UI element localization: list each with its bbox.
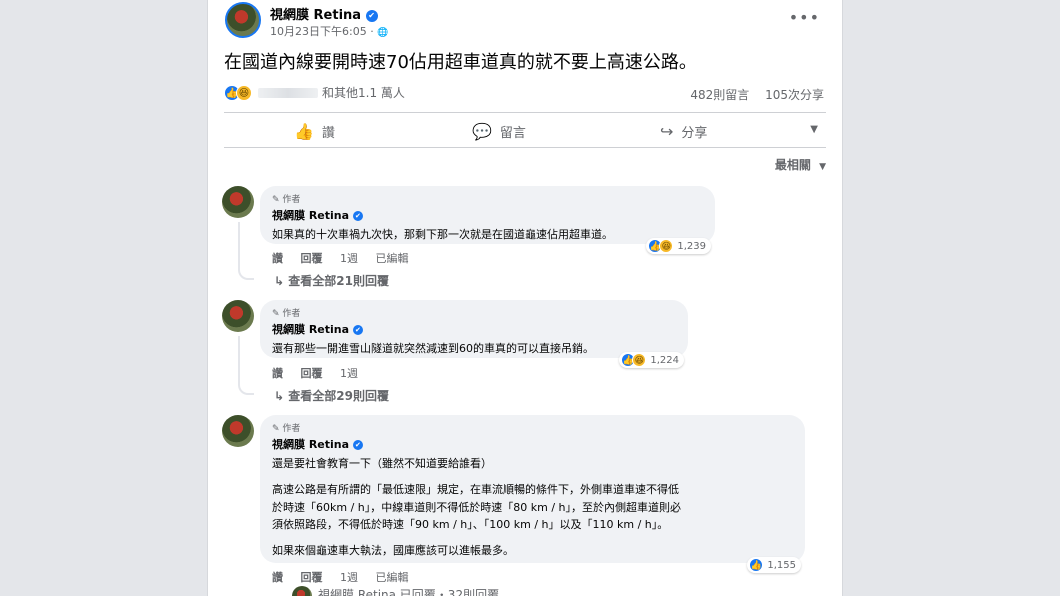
page-avatar[interactable] (225, 2, 261, 38)
comment-reply-button[interactable]: 回覆 (301, 367, 323, 380)
comment-time[interactable]: 1週 (340, 252, 358, 265)
comment-paragraph-line: 於時速「60km / h」，中線車道則不得低於時速「80 km / h」，至於內… (272, 500, 682, 514)
comment-like-button[interactable]: 讚 (272, 252, 283, 265)
commenter-avatar[interactable] (222, 300, 254, 332)
edited-label: 已編輯 (375, 252, 409, 265)
haha-reaction-icon: 😆 (236, 84, 252, 101)
reply-avatar[interactable] (292, 586, 312, 596)
partial-reply-summary[interactable]: 視網膜 Retina 已回覆・32則回覆 (318, 586, 499, 596)
commenter-avatar[interactable] (222, 186, 254, 218)
comment-button[interactable]: 💬 留言 (472, 122, 526, 141)
comment-actions: 讚 回覆 1週 (272, 365, 372, 381)
comment-bubble: ✎ 作者 視網膜 Retina ✔ 還有那些一開進雪山隧道就突然減速到60的車真… (260, 300, 688, 368)
comment-label: 留言 (499, 126, 526, 141)
comment-bubble: ✎ 作者 視網膜 Retina ✔ 還是要社會教育一下（雖然不知道要給誰看） 高… (260, 415, 805, 573)
page-name-row: 視網膜 Retina ✔ (270, 4, 378, 23)
thread-line (238, 222, 254, 280)
verified-badge-icon: ✔ (352, 325, 363, 335)
share-button[interactable]: ↪ 分享 (660, 122, 707, 141)
comment-text: 如果真的十次車禍九次快，那剩下那一次就是在國道龜速佔用超車道。 (272, 228, 613, 241)
reply-arrow-icon: ↳ (274, 389, 285, 403)
share-label: 分享 (681, 126, 708, 141)
comment-author[interactable]: 視網膜 Retina ✔ (272, 207, 703, 223)
verified-badge-icon: ✔ (352, 211, 363, 221)
page-name[interactable]: 視網膜 Retina (270, 8, 361, 23)
comment-time[interactable]: 1週 (340, 571, 358, 584)
comment-author[interactable]: 視網膜 Retina ✔ (272, 321, 676, 337)
comment-text: 還有那些一開進雪山隧道就突然減速到60的車真的可以直接吊銷。 (272, 342, 594, 355)
comment-author[interactable]: 視網膜 Retina ✔ (272, 436, 793, 452)
comment-like-button[interactable]: 讚 (272, 571, 283, 584)
haha-reaction-icon: 😆 (632, 353, 647, 367)
comment-sort-dropdown[interactable]: 最相關 ▼ (775, 156, 826, 173)
divider (224, 112, 826, 113)
like-button[interactable]: 👍 讚 (294, 122, 335, 141)
comment-actions: 讚 回覆 1週 已編輯 (272, 569, 423, 585)
comment-icon: 💬 (472, 122, 492, 141)
reply-arrow-icon: ↳ (274, 274, 285, 288)
verified-badge-icon: ✔ (365, 9, 378, 22)
comment-bubble: ✎ 作者 視網膜 Retina ✔ 如果真的十次車禍九次快，那剩下那一次就是在國… (260, 186, 715, 254)
comment-reactions[interactable]: 👍 1,155 (747, 557, 801, 573)
comment-text: 還是要社會教育一下（雖然不知道要給誰看） (272, 457, 492, 470)
post-text: 在國道內線要開時速70佔用超車道真的就不要上高速公路。 (224, 52, 697, 73)
like-icon: 👍 (294, 122, 314, 141)
reaction-summary[interactable]: 👍 😆 和其他1.1 萬人 (224, 84, 405, 101)
share-count[interactable]: 105次分享 (765, 88, 824, 102)
post-timestamp[interactable]: 10月23日下午6:05 (270, 25, 367, 38)
edited-label: 已編輯 (375, 571, 409, 584)
comment-actions: 讚 回覆 1週 已編輯 (272, 250, 423, 266)
comment-reply-button[interactable]: 回覆 (301, 252, 323, 265)
comment-paragraph-line: 高速公路是有所謂的「最低速限」規定，在車流順暢的條件下，外側車道車速不得低 (272, 483, 679, 497)
comment-like-button[interactable]: 讚 (272, 367, 283, 380)
comment-paragraph: 高速公路是有所謂的「最低速限」規定，在車流順暢的條件下，外側車道車速不得低 於時… (272, 481, 793, 534)
author-badge: ✎ 作者 (272, 195, 301, 205)
commenter-avatar[interactable] (222, 415, 254, 447)
comment-reply-button[interactable]: 回覆 (301, 571, 323, 584)
chevron-down-icon: ▼ (819, 162, 826, 172)
post-meta: 10月23日下午6:05 · 🌐 (270, 25, 389, 38)
pencil-icon: ✎ (272, 195, 280, 205)
divider (224, 147, 826, 148)
thread-line (238, 336, 254, 395)
comment-paragraph-line: 須依照路段，不得低於時速「90 km / h」、「100 km / h」以及「1… (272, 518, 669, 532)
author-badge: ✎ 作者 (272, 309, 301, 319)
reaction-names[interactable]: 和其他1.1 萬人 (258, 84, 405, 101)
share-options-chevron-down-icon[interactable]: ▼ (810, 124, 818, 135)
comment-reactions[interactable]: 👍 😆 1,224 (619, 352, 684, 368)
more-options-button[interactable]: ••• (789, 8, 820, 27)
post-stats: 482則留言 105次分享 (690, 86, 824, 103)
view-replies-link[interactable]: ↳ 查看全部29則回覆 (274, 387, 389, 404)
pencil-icon: ✎ (272, 309, 280, 319)
pencil-icon: ✎ (272, 424, 280, 434)
comment-count[interactable]: 482則留言 (690, 88, 749, 102)
comment-closing: 如果來個龜速車大執法，國庫應該可以進帳最多。 (272, 543, 514, 557)
post-card: 視網膜 Retina ✔ 10月23日下午6:05 · 🌐 ••• 在國道內線要… (207, 0, 843, 596)
comment-time[interactable]: 1週 (340, 367, 358, 380)
like-reaction-icon: 👍 (749, 558, 764, 572)
verified-badge-icon: ✔ (352, 440, 363, 450)
blurred-names (258, 87, 318, 98)
author-badge: ✎ 作者 (272, 424, 301, 434)
share-icon: ↪ (660, 122, 674, 141)
globe-icon: 🌐 (377, 28, 389, 38)
comment-reactions[interactable]: 👍 😆 1,239 (646, 238, 711, 254)
haha-reaction-icon: 😆 (659, 239, 674, 253)
view-replies-link[interactable]: ↳ 查看全部21則回覆 (274, 272, 389, 289)
like-label: 讚 (321, 126, 335, 141)
